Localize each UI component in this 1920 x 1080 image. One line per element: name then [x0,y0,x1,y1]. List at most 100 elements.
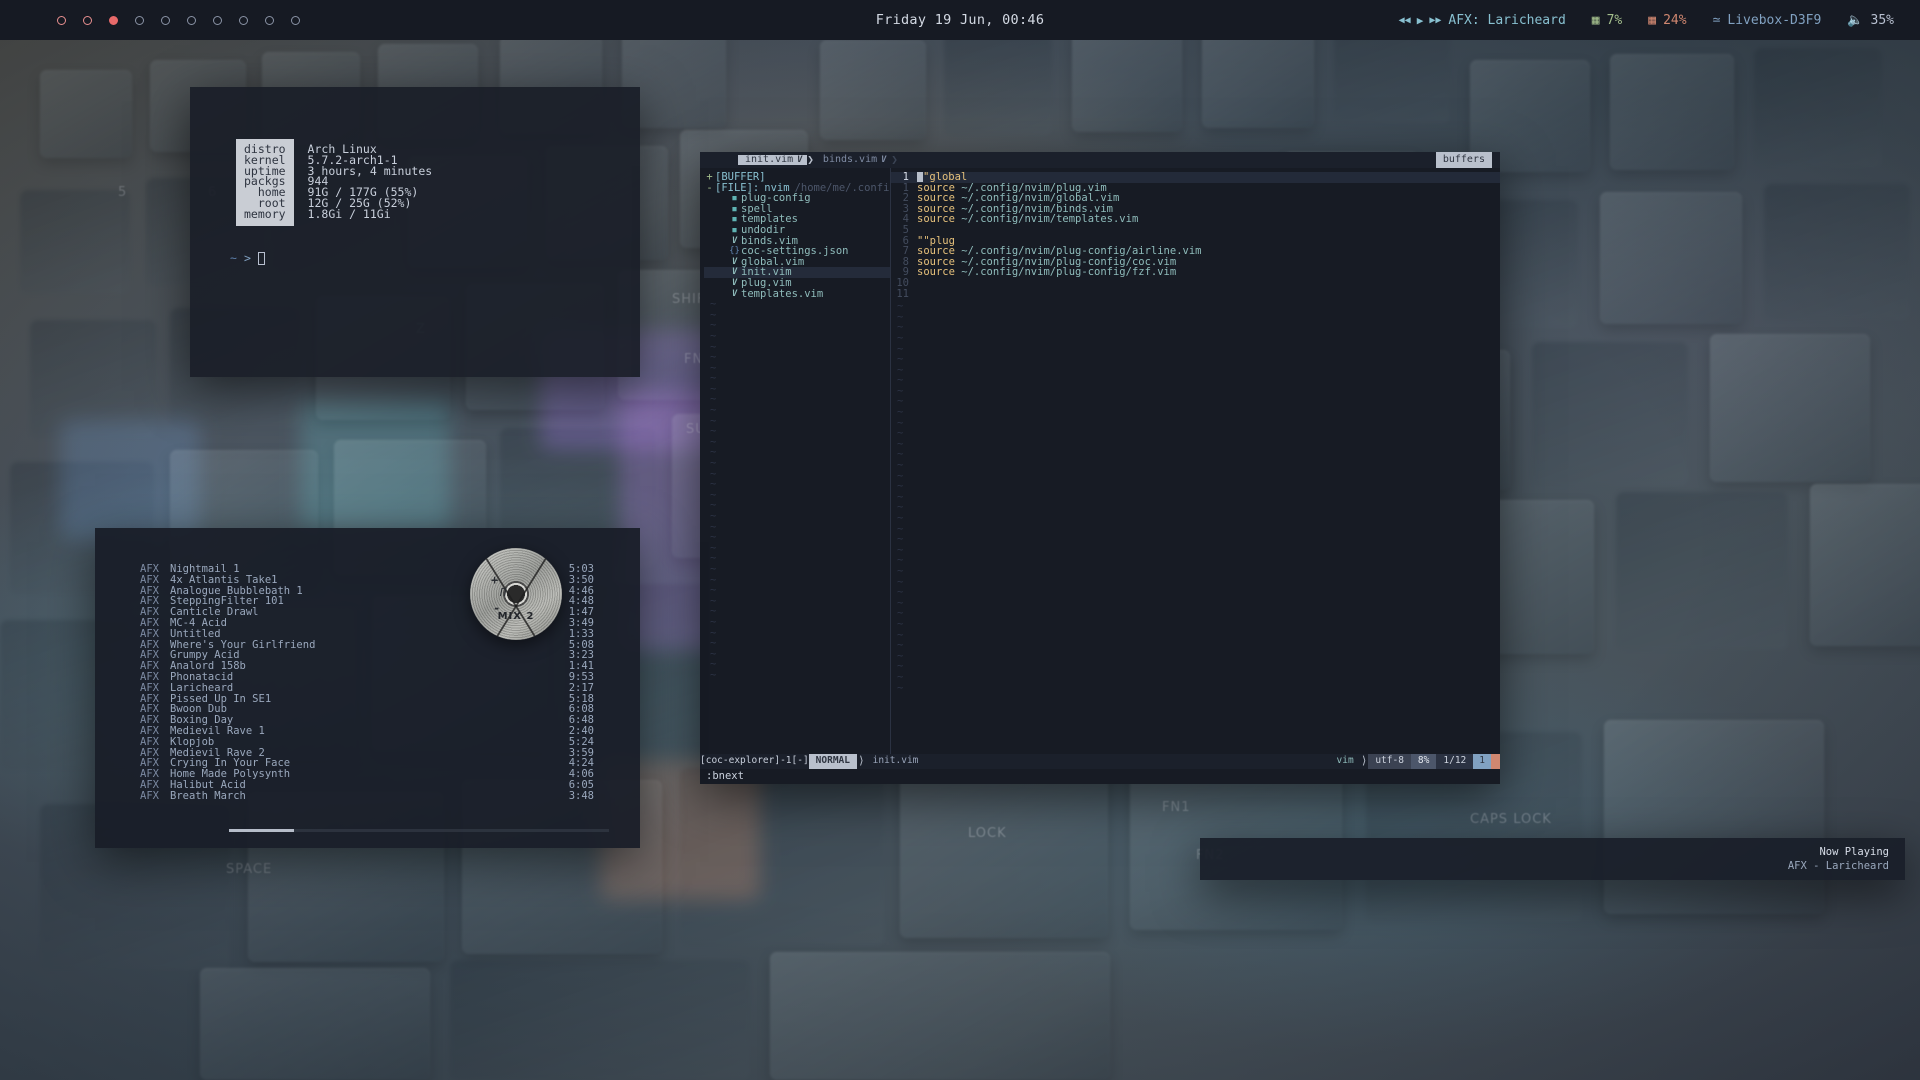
track-row[interactable]: AFXKlopjob5:24 [95,737,640,748]
workspace-dot-icon [239,16,248,25]
next-track-icon[interactable]: ▶▶ [1429,15,1441,26]
tabline-buffers-label[interactable]: buffers [1436,152,1492,168]
editor-empty-lines: ~~~~~~~~~~~~~~~~~~~~~~~~~~~~~~~~~~~~~ [891,301,1500,693]
track-duration: 3:50 [569,575,594,586]
editor-filler-line: ~ [891,365,1500,376]
nvim-tabline[interactable]: init.vimV❯binds.vimV❯ buffers [700,152,1500,168]
explorer-filler-line: ~ [704,352,890,363]
mpd-module[interactable]: ◀◀ ▶ ▶▶ AFX: Laricheard [1399,13,1566,28]
track-title: Laricheard [170,683,569,694]
vim-file-icon: V [728,257,741,268]
editor-filler-line: ~ [891,418,1500,429]
editor-filler-line: ~ [891,492,1500,503]
explorer-item-templates[interactable]: ■templates [704,214,890,225]
play-icon[interactable]: ▶ [1417,14,1424,27]
nvim-tab-label: init.vim [745,155,793,166]
volume-module[interactable]: 🔈 35% [1847,13,1894,28]
prompt-cwd: ~ [230,253,237,264]
explorer-filler-line: ~ [704,606,890,617]
track-artist: AFX [140,791,170,802]
explorer-filler-line: ~ [704,458,890,469]
explorer-item-list[interactable]: ■plug-config■spell■templates■undodirVbin… [704,193,890,299]
workspace-3[interactable] [100,0,126,40]
tab-separator-icon: ❯ [891,155,898,166]
previous-track-icon[interactable]: ◀◀ [1399,15,1411,26]
editor-line-12[interactable]: 11 [891,289,1500,300]
track-title: Breath March [170,791,569,802]
statusline-separator-2-icon: ⟩ [1360,756,1369,767]
music-player-window[interactable]: AFXNightmail 15:03AFX4x Atlantis Take13:… [95,528,640,848]
workspace-10[interactable] [282,0,308,40]
workspace-indicators[interactable] [48,0,308,40]
terminal-window-neofetch[interactable]: distrokerneluptimepackgshomerootmemory A… [190,87,640,377]
editor-line-5[interactable]: 4source ~/.config/nvim/templates.vim [891,214,1500,225]
folder-icon: ■ [728,204,741,215]
network-module[interactable]: ≃ Livebox-D3F9 [1713,13,1822,28]
explorer-item-global.vim[interactable]: Vglobal.vim [704,257,890,268]
explorer-item-label: templates.vim [741,289,823,300]
collapse-icon[interactable]: - [704,183,715,194]
expand-icon[interactable]: + [704,172,715,183]
workspace-1[interactable] [48,0,74,40]
track-row[interactable]: AFXBreath March3:48 [95,791,640,802]
nvim-body: + [BUFFER] - [FILE]: nvim /home/me/.conf… [700,168,1500,754]
explorer-item-plug.vim[interactable]: Vplug.vim [704,278,890,289]
json-file-icon: {} [728,246,741,257]
workspace-4[interactable] [126,0,152,40]
memory-icon: ▦ [1648,13,1656,28]
playback-progress-fill [229,829,294,832]
explorer-filler-line: ~ [704,394,890,405]
explorer-item-plug-config[interactable]: ■plug-config [704,193,890,204]
explorer-filler-line: ~ [704,511,890,522]
workspace-7[interactable] [204,0,230,40]
explorer-buffer-node[interactable]: + [BUFFER] [704,172,890,183]
terminal-cursor [258,252,265,265]
editor-filler-line: ~ [891,577,1500,588]
workspace-8[interactable] [230,0,256,40]
workspace-dot-icon [109,16,118,25]
track-artist: AFX [140,629,170,640]
editor-line-11[interactable]: 10 [891,278,1500,289]
editor-filler-line: ~ [891,672,1500,683]
playback-progress-bar[interactable] [229,829,609,832]
shell-prompt[interactable]: ~ > [190,226,640,265]
editor-filler-line: ~ [891,322,1500,333]
folder-icon: ■ [728,214,741,225]
line-number: 5 [891,225,917,236]
cpu-icon: ▦ [1592,13,1600,28]
editor-line-10[interactable]: 9source ~/.config/nvim/plug-config/fzf.v… [891,267,1500,278]
neovim-window[interactable]: init.vimV❯binds.vimV❯buffers + [BUFFER] … [700,152,1500,784]
editor-filler-line: ~ [891,333,1500,344]
workspace-9[interactable] [256,0,282,40]
nvim-tab-binds.vim[interactable]: binds.vimV❯ [816,152,900,168]
editor-filler-line: ~ [891,481,1500,492]
workspace-5[interactable] [152,0,178,40]
editor-line-list[interactable]: 1"global1source ~/.config/nvim/plug.vim2… [891,172,1500,299]
cpu-module[interactable]: ▦ 7% [1592,13,1622,28]
explorer-filler-line: ~ [704,384,890,395]
neofetch-label-memory: memory [244,209,286,220]
statusline-mode: NORMAL [809,754,857,769]
neofetch-value-memory: 1.8Gi / 11Gi [308,209,433,220]
nvim-tab-init.vim[interactable]: init.vimV❯ [738,152,816,168]
coc-explorer-panel[interactable]: + [BUFFER] - [FILE]: nvim /home/me/.conf… [700,168,890,754]
explorer-filler-line: ~ [704,564,890,575]
folder-icon: ■ [728,225,741,236]
editor-filler-line: ~ [891,598,1500,609]
nvim-statusline: [coc-explorer]-1[-] NORMAL ⟩ init.vim vi… [700,754,1500,769]
track-row[interactable]: AFXLaricheard2:17 [95,683,640,694]
memory-module[interactable]: ▦ 24% [1648,13,1686,28]
explorer-item-templates.vim[interactable]: Vtemplates.vim [704,289,890,300]
workspace-6[interactable] [178,0,204,40]
editor-line-6[interactable]: 5 [891,225,1500,236]
nvim-editor-pane[interactable]: 1"global1source ~/.config/nvim/plug.vim2… [891,168,1500,754]
explorer-filler-line: ~ [704,320,890,331]
nvim-command-line[interactable]: :bnext [700,769,1500,784]
explorer-item-undodir[interactable]: ■undodir [704,225,890,236]
statusline-filename: init.vim [866,754,926,769]
playlist[interactable]: AFXNightmail 15:03AFX4x Atlantis Take13:… [95,528,640,802]
now-playing-song: AFX - Laricheard [1788,860,1889,872]
explorer-item-init.vim[interactable]: Vinit.vim [704,267,890,278]
explorer-filler-lines: ~~~~~~~~~~~~~~~~~~~~~~~~~~~~~~~~~~~~ [704,299,890,680]
workspace-2[interactable] [74,0,100,40]
